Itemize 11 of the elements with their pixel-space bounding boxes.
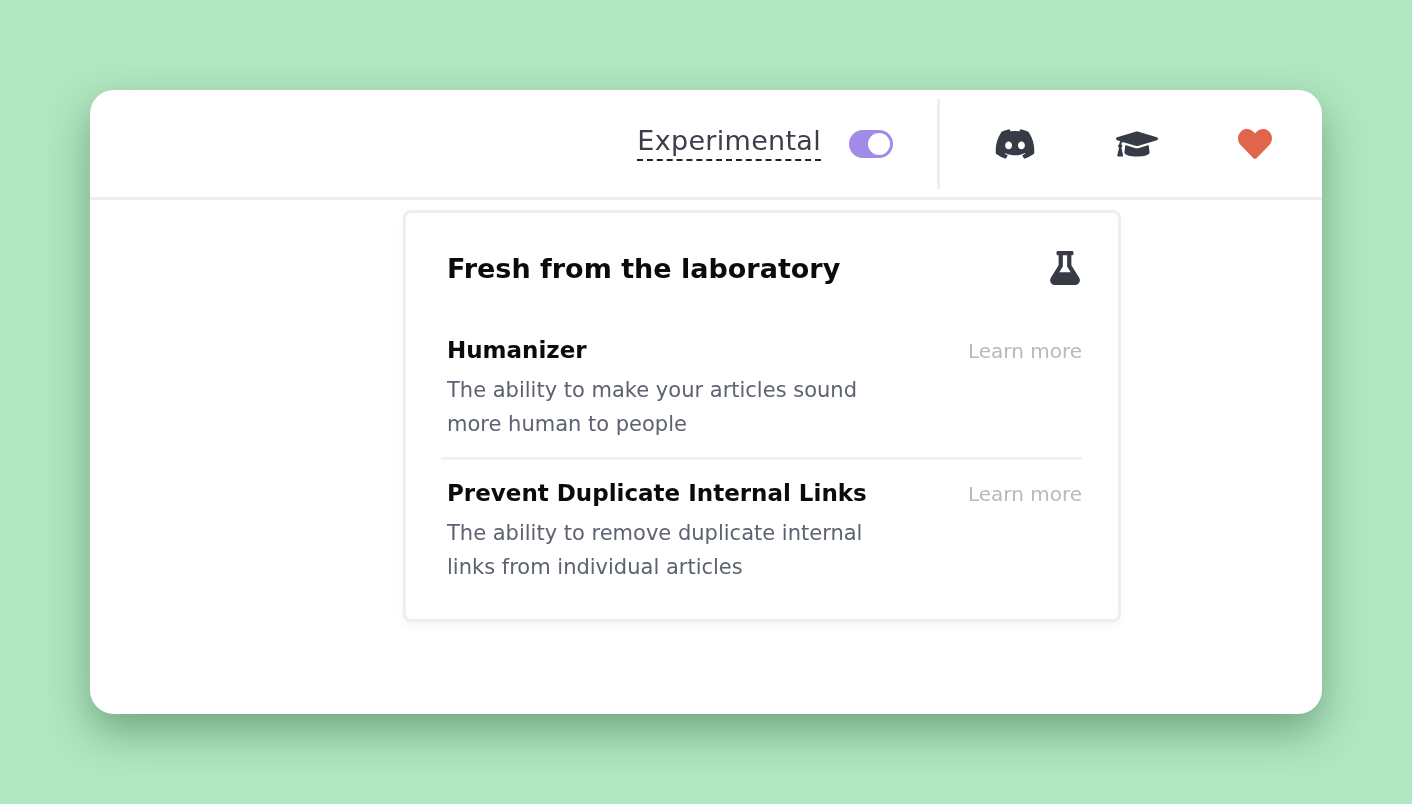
feature-name: Humanizer: [447, 337, 587, 363]
dropdown-title: Fresh from the laboratory: [447, 252, 841, 284]
feature-description: The ability to remove duplicate internal links from individual articles: [447, 520, 864, 581]
flask-icon: [1048, 251, 1082, 285]
heart-icon[interactable]: [1238, 126, 1272, 161]
learn-more-link[interactable]: Learn more: [967, 482, 1082, 506]
experimental-label: Experimental: [637, 125, 821, 162]
feature-description: The ability to make your articles sound more human to people: [447, 377, 858, 438]
experimental-toggle[interactable]: [849, 129, 893, 158]
feature-name: Prevent Duplicate Internal Links: [447, 480, 867, 506]
learn-more-link[interactable]: Learn more: [967, 339, 1082, 363]
